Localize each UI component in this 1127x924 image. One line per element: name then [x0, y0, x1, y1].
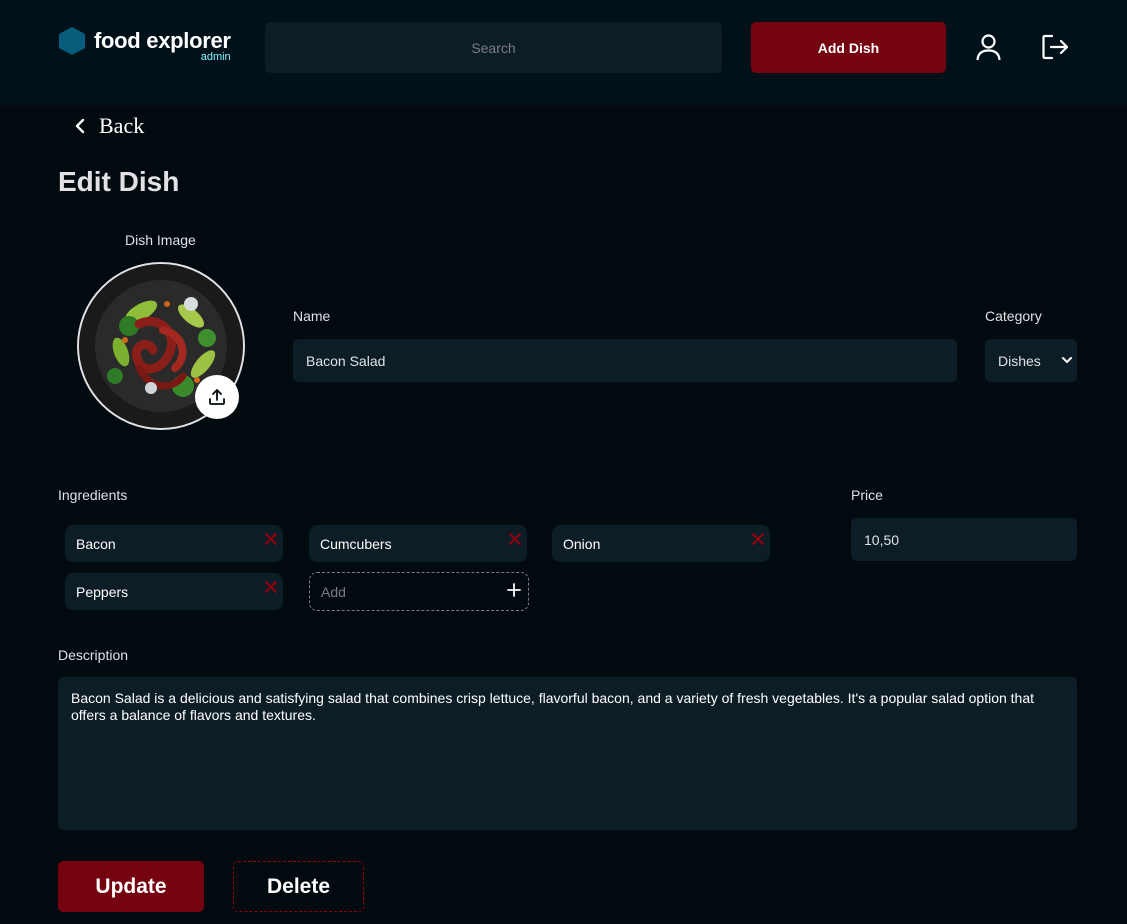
upload-image-button[interactable] [195, 375, 239, 419]
brand-text: food explorer admin [94, 28, 231, 63]
name-label: Name [293, 308, 331, 324]
chevron-left-icon [75, 118, 85, 134]
delete-label: Delete [266, 874, 331, 898]
ingredient-tag: Bacon [65, 525, 283, 562]
plus-icon[interactable] [507, 583, 521, 597]
brand-logo[interactable]: food explorer admin [59, 27, 231, 63]
ingredient-tag-label: Bacon [76, 535, 116, 552]
user-icon[interactable] [975, 33, 1002, 61]
upload-icon [209, 389, 225, 405]
ingredient-tag: Peppers [65, 573, 283, 610]
category-value: Dishes [998, 352, 1041, 369]
page-title: Edit Dish [58, 166, 180, 197]
add-dish-label: Add Dish [817, 39, 880, 56]
header: food explorer admin Search Add Dish [0, 0, 1127, 105]
dish-image-label: Dish Image [125, 232, 196, 248]
price-label: Price [851, 487, 883, 503]
ingredients-label: Ingredients [58, 487, 128, 503]
category-select[interactable]: Dishes [985, 339, 1077, 382]
price-input[interactable]: 10,50 [851, 518, 1077, 561]
add-dish-button[interactable]: Add Dish [751, 22, 946, 73]
price-value: 10,50 [864, 531, 900, 548]
search-input[interactable]: Search [265, 22, 722, 73]
remove-icon[interactable] [264, 532, 278, 546]
ingredient-tag-label: Onion [563, 535, 601, 552]
logout-icon[interactable] [1041, 33, 1069, 61]
search-placeholder: Search [471, 39, 516, 56]
name-value: Bacon Salad [306, 352, 386, 369]
description-value: Bacon Salad is a delicious and satisfyin… [71, 690, 1035, 723]
ingredient-tag-label: Cumcubers [320, 535, 392, 552]
update-button[interactable]: Update [58, 861, 204, 912]
back-link[interactable]: Back [73, 113, 144, 139]
description-label: Description [58, 647, 129, 663]
description-textarea[interactable]: Bacon Salad is a delicious and satisfyin… [58, 677, 1077, 830]
add-ingredient-placeholder: Add [321, 583, 346, 600]
ingredient-tag: Cumcubers [309, 525, 527, 562]
delete-button[interactable]: Delete [233, 861, 364, 912]
role-badge: admin [200, 51, 231, 63]
add-ingredient-input[interactable]: Add [309, 572, 529, 611]
name-input[interactable]: Bacon Salad [293, 339, 957, 382]
remove-icon[interactable] [264, 580, 278, 594]
remove-icon[interactable] [751, 532, 765, 546]
hexagon-logo-icon [59, 27, 85, 55]
back-label: Back [99, 113, 145, 138]
chevron-down-icon [1062, 357, 1072, 363]
category-label: Category [985, 308, 1042, 324]
ingredient-tag: Onion [552, 525, 770, 562]
ingredient-tag-label: Peppers [76, 583, 129, 600]
update-label: Update [95, 874, 167, 898]
remove-icon[interactable] [508, 532, 522, 546]
